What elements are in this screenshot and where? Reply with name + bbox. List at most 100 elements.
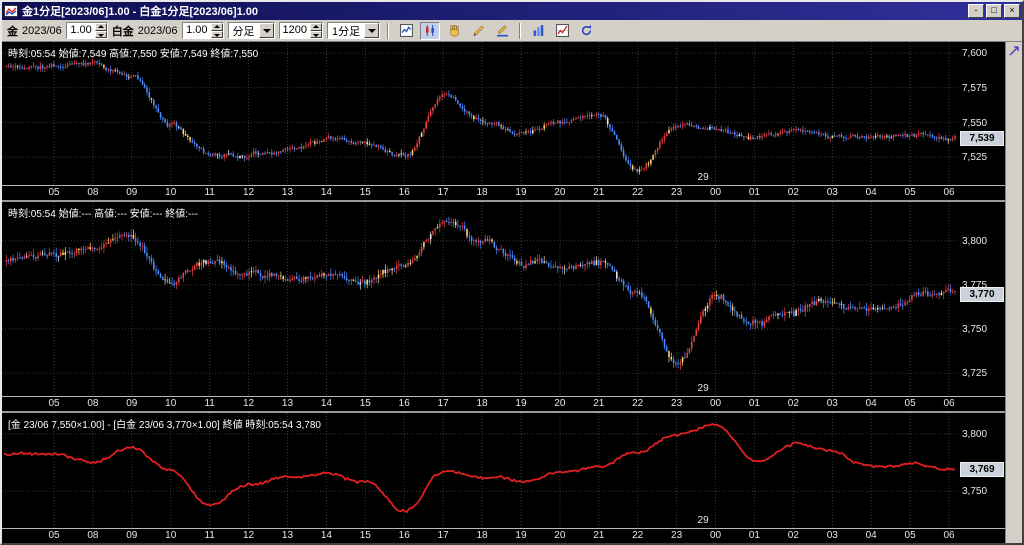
x-tick-label: 12 bbox=[243, 187, 254, 198]
x-tick-label: 13 bbox=[282, 530, 293, 541]
candle-chart-button[interactable] bbox=[420, 22, 440, 40]
spread-formula-info: [金 23/06 7,550×1.00] - [白金 23/06 3,770×1… bbox=[8, 416, 321, 431]
bar-count-value: 1200 bbox=[280, 23, 310, 38]
y-tick-label: 7,525 bbox=[962, 152, 987, 163]
bar-type-dropdown[interactable]: 分足 bbox=[228, 22, 275, 39]
x-tick-label: 16 bbox=[399, 398, 410, 409]
x-tick-label: 12 bbox=[243, 530, 254, 541]
maximize-button[interactable]: □ bbox=[986, 4, 1002, 18]
platinum-plot[interactable] bbox=[2, 202, 959, 396]
refresh-button[interactable] bbox=[576, 22, 596, 40]
window-title: 金1分足[2023/06]1.00 - 白金1分足[2023/06]1.00 bbox=[22, 3, 964, 19]
x-tick-label: 04 bbox=[866, 530, 877, 541]
x-tick-label: 06 bbox=[943, 187, 954, 198]
gold-multiplier-input[interactable]: 1.00 bbox=[66, 22, 108, 39]
spin-up-icon[interactable] bbox=[95, 23, 107, 31]
x-tick-label: 17 bbox=[438, 398, 449, 409]
x-tick-label: 19 bbox=[515, 187, 526, 198]
spin-down-icon[interactable] bbox=[310, 31, 322, 39]
x-tick-label: 06 bbox=[943, 530, 954, 541]
candle-chart-selected-icon bbox=[424, 24, 437, 37]
platinum-multiplier-input[interactable]: 1.00 bbox=[182, 22, 224, 39]
y-tick-label: 3,725 bbox=[962, 368, 987, 379]
line-chart-button[interactable] bbox=[396, 22, 416, 40]
gold-price-badge: 7,539 bbox=[960, 131, 1004, 146]
x-tick-label: 12 bbox=[243, 398, 254, 409]
x-tick-label: 01 bbox=[749, 398, 760, 409]
spin-down-icon[interactable] bbox=[211, 31, 223, 39]
x-tick-label: 08 bbox=[87, 398, 98, 409]
x-tick-label: 00 bbox=[710, 187, 721, 198]
x-tick-label: 05 bbox=[905, 398, 916, 409]
platinum-label: 白金 bbox=[112, 23, 134, 39]
title-bar[interactable]: 金1分足[2023/06]1.00 - 白金1分足[2023/06]1.00 -… bbox=[2, 2, 1022, 20]
bar-graph-button[interactable] bbox=[528, 22, 548, 40]
x-tick-label: 02 bbox=[788, 398, 799, 409]
minimize-button[interactable]: - bbox=[968, 4, 984, 18]
toolbar: 金 2023/06 1.00 白金 2023/06 1.00 分足 1200 bbox=[2, 20, 1022, 42]
x-tick-label: 18 bbox=[476, 530, 487, 541]
x-tick-label: 10 bbox=[165, 398, 176, 409]
gold-chart-panel[interactable]: 時刻:05:54 始値:7,549 高値:7,550 安値:7,549 終値:7… bbox=[2, 42, 1005, 202]
x-tick-label: 19 bbox=[515, 398, 526, 409]
side-strip bbox=[1005, 42, 1022, 543]
x-tick-label: 20 bbox=[554, 187, 565, 198]
x-tick-label: 14 bbox=[321, 398, 332, 409]
y-tick-label: 3,800 bbox=[962, 236, 987, 247]
x-tick-label: 21 bbox=[593, 398, 604, 409]
multi-chart-icon bbox=[556, 24, 569, 37]
x-tick-label: 02 bbox=[788, 187, 799, 198]
platinum-time-axis: 0508091011121314151617181920212223000102… bbox=[2, 396, 1005, 411]
platinum-multiplier-value: 1.00 bbox=[183, 23, 211, 38]
x-tick-label: 08 bbox=[87, 187, 98, 198]
x-tick-label: 09 bbox=[126, 530, 137, 541]
chevron-down-icon[interactable] bbox=[259, 23, 274, 38]
app-icon bbox=[4, 5, 18, 17]
y-tick-label: 7,550 bbox=[962, 118, 987, 129]
draw-line-button[interactable] bbox=[492, 22, 512, 40]
y-tick-label: 7,575 bbox=[962, 83, 987, 94]
x-tick-label: 20 bbox=[554, 398, 565, 409]
x-tick-label: 22 bbox=[632, 530, 643, 541]
spread-chart-panel[interactable]: [金 23/06 7,550×1.00] - [白金 23/06 3,770×1… bbox=[2, 413, 1005, 543]
close-button[interactable]: × bbox=[1004, 4, 1020, 18]
interval-dropdown[interactable]: 1分足 bbox=[327, 22, 380, 39]
bar-count-input[interactable]: 1200 bbox=[279, 22, 323, 39]
x-tick-label: 18 bbox=[476, 398, 487, 409]
spin-up-icon[interactable] bbox=[211, 23, 223, 31]
x-tick-label: 21 bbox=[593, 187, 604, 198]
spin-down-icon[interactable] bbox=[95, 31, 107, 39]
pencil-line-icon bbox=[496, 24, 509, 37]
x-tick-label: 05 bbox=[48, 530, 59, 541]
x-tick-label: 09 bbox=[126, 398, 137, 409]
x-tick-label: 05 bbox=[48, 187, 59, 198]
x-tick-label: 20 bbox=[554, 530, 565, 541]
x-tick-label: 00 bbox=[710, 398, 721, 409]
chart-settings-icon[interactable] bbox=[1008, 45, 1020, 57]
multi-chart-button[interactable] bbox=[552, 22, 572, 40]
y-tick-label: 3,800 bbox=[962, 429, 987, 440]
x-tick-label: 15 bbox=[360, 398, 371, 409]
line-chart-icon bbox=[400, 24, 413, 37]
x-tick-label: 09 bbox=[126, 187, 137, 198]
x-tick-label: 06 bbox=[943, 398, 954, 409]
pan-button[interactable] bbox=[444, 22, 464, 40]
x-tick-label: 11 bbox=[204, 530, 214, 541]
x-tick-label: 14 bbox=[321, 530, 332, 541]
chevron-down-icon[interactable] bbox=[364, 23, 379, 38]
gold-multiplier-value: 1.00 bbox=[67, 23, 95, 38]
x-tick-label: 05 bbox=[48, 398, 59, 409]
gold-plot[interactable] bbox=[2, 42, 959, 185]
x-tick-label: 18 bbox=[476, 187, 487, 198]
x-tick-label: 08 bbox=[87, 530, 98, 541]
x-tick-label: 22 bbox=[632, 398, 643, 409]
x-tick-label: 19 bbox=[515, 530, 526, 541]
spin-up-icon[interactable] bbox=[310, 23, 322, 31]
spread-price-axis: 3,8003,7503,769 bbox=[959, 413, 1005, 528]
chart-region: 時刻:05:54 始値:7,549 高値:7,550 安値:7,549 終値:7… bbox=[2, 42, 1022, 543]
platinum-chart-panel[interactable]: 時刻:05:54 始値:--- 高値:--- 安値:--- 終値:--- 3,8… bbox=[2, 202, 1005, 413]
platinum-contract-label: 2023/06 bbox=[138, 25, 178, 37]
draw-button[interactable] bbox=[468, 22, 488, 40]
x-tick-label: 01 bbox=[749, 530, 760, 541]
x-tick-label: 10 bbox=[165, 530, 176, 541]
